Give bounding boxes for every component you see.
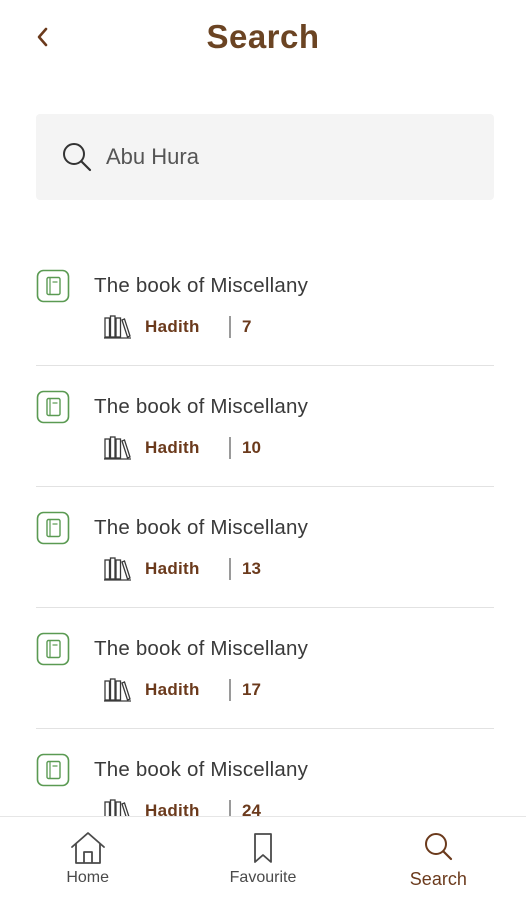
item-type: Hadith [145, 317, 200, 336]
item-number: 10 [242, 438, 261, 457]
item-number: 7 [242, 317, 252, 336]
divider [229, 437, 231, 459]
book-icon [36, 632, 70, 666]
nav-favourite-label: Favourite [229, 869, 297, 886]
item-meta: Hadith 10 [104, 436, 261, 460]
page-title: Search [206, 18, 320, 55]
item-meta: Hadith 17 [104, 678, 261, 702]
nav-home-label: Home [66, 869, 109, 886]
nav-home[interactable]: Home [0, 817, 175, 900]
list-item[interactable]: The book of Miscellany Hadith 13 [36, 487, 494, 608]
nav-favourite[interactable]: Favourite [175, 817, 350, 900]
item-title: The book of Miscellany [94, 274, 309, 297]
bottom-nav: Home Favourite Search [0, 816, 526, 900]
item-number: 17 [242, 680, 261, 699]
divider [229, 558, 231, 580]
books-icon [104, 557, 131, 581]
search-input[interactable] [106, 144, 446, 170]
divider [229, 679, 231, 701]
list-item[interactable]: The book of Miscellany Hadith 7 [36, 245, 494, 366]
divider [229, 316, 231, 338]
book-icon [36, 753, 70, 787]
book-icon [36, 511, 70, 545]
search-icon [60, 140, 94, 174]
item-meta: Hadith 13 [104, 557, 261, 581]
item-title: The book of Miscellany [94, 395, 309, 418]
book-icon [36, 269, 70, 303]
books-icon [104, 678, 131, 702]
book-icon [36, 390, 70, 424]
home-icon [68, 829, 108, 867]
search-screen: Search The book of Miscellany [0, 0, 526, 900]
item-title: The book of Miscellany [94, 516, 309, 539]
search-icon [418, 829, 458, 867]
books-icon [104, 436, 131, 460]
nav-search-label: Search [409, 869, 467, 889]
item-title: The book of Miscellany [94, 637, 309, 660]
nav-search[interactable]: Search [351, 817, 526, 900]
bookmark-icon [243, 829, 283, 867]
header: Search [0, 0, 526, 80]
item-type: Hadith [145, 438, 200, 457]
list-item[interactable]: The book of Miscellany Hadith 17 [36, 608, 494, 729]
item-type: Hadith [145, 680, 200, 699]
books-icon [104, 315, 131, 339]
results-list: The book of Miscellany Hadith 7 The book… [36, 245, 494, 850]
item-title: The book of Miscellany [94, 758, 309, 781]
list-item[interactable]: The book of Miscellany Hadith 10 [36, 366, 494, 487]
search-bar[interactable] [36, 114, 494, 200]
item-type: Hadith [145, 559, 200, 578]
item-number: 13 [242, 559, 261, 578]
item-meta: Hadith 7 [104, 315, 251, 339]
